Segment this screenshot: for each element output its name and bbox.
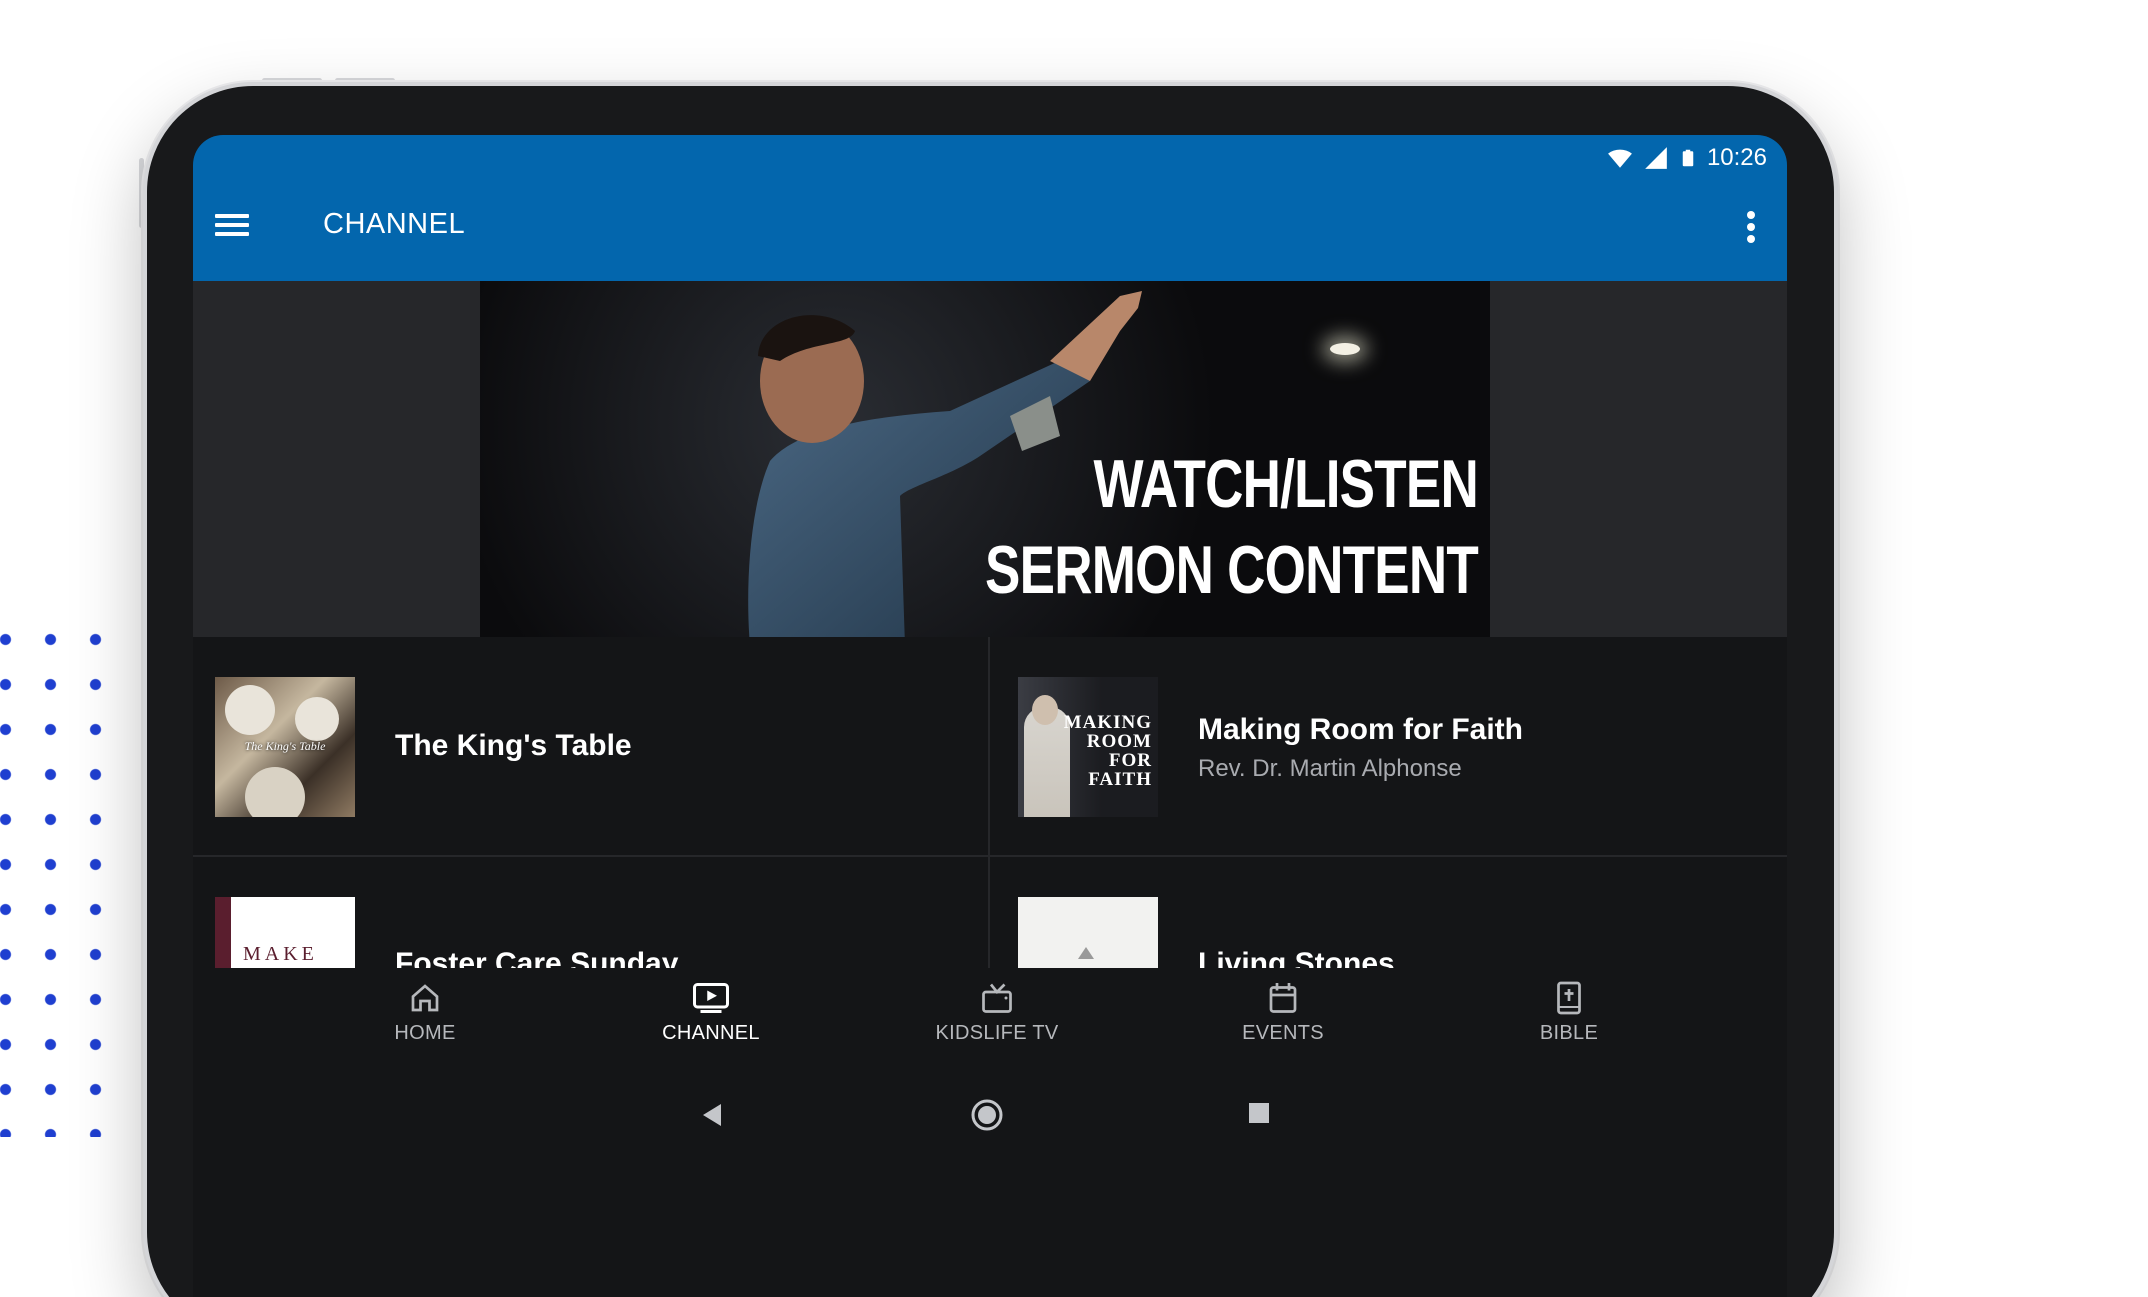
more-vertical-icon[interactable] xyxy=(1745,211,1757,245)
channel-grid: The King's Table The King's Table MAKING… xyxy=(193,637,1787,968)
nav-label: EVENTS xyxy=(1242,1022,1324,1044)
channel-subtitle: Rev. Dr. Martin Alphonse xyxy=(1198,755,1462,782)
row-divider xyxy=(193,855,1787,857)
channel-title: Foster Care Sunday xyxy=(395,947,679,968)
channel-thumbnail: MAKE xyxy=(215,897,355,968)
channel-title: Living Stones xyxy=(1198,947,1395,968)
channel-title: Making Room for Faith xyxy=(1198,713,1523,746)
channel-item[interactable]: MAKE Foster Care Sunday xyxy=(193,857,990,968)
nav-bible[interactable]: BIBLE xyxy=(1489,980,1649,1060)
nav-home[interactable]: HOME xyxy=(345,980,505,1060)
thumbnail-label: MAKING ROOM FOR FAITH xyxy=(1063,712,1152,790)
channel-item[interactable]: The King's Table The King's Table xyxy=(193,637,990,857)
nav-label: CHANNEL xyxy=(662,1022,760,1044)
hero-line-1: WATCH/LISTEN xyxy=(1093,446,1479,522)
channel-thumbnail: The King's Table xyxy=(215,677,355,817)
home-icon xyxy=(411,984,439,1012)
tablet-screen: 10:26 CHANNEL WATCH/LISTEN SERMON CONTEN… xyxy=(193,135,1787,1297)
nav-label: BIBLE xyxy=(1539,1022,1599,1044)
hero-banner[interactable]: WATCH/LISTEN SERMON CONTENT xyxy=(480,281,1490,637)
bible-icon xyxy=(1557,981,1581,1015)
calendar-icon xyxy=(1269,983,1297,1013)
app-bar: 10:26 CHANNEL xyxy=(193,135,1787,281)
status-time: 10:26 xyxy=(1706,144,1767,171)
battery-icon xyxy=(1682,149,1694,167)
nav-channel[interactable]: CHANNEL xyxy=(631,980,791,1060)
page-title: CHANNEL xyxy=(323,208,466,240)
marketing-stage: 10:26 CHANNEL WATCH/LISTEN SERMON CONTEN… xyxy=(0,0,2148,1297)
channel-thumbnail xyxy=(1018,897,1158,968)
channel-title: The King's Table xyxy=(395,729,632,762)
nav-kidslife-tv[interactable]: KIDSLIFE TV xyxy=(917,980,1077,1060)
nav-events[interactable]: EVENTS xyxy=(1203,980,1363,1060)
system-nav-bar xyxy=(193,1078,1787,1168)
play-screen-icon xyxy=(693,983,729,1013)
column-divider xyxy=(988,637,990,968)
recents-icon[interactable] xyxy=(1248,1102,1270,1124)
status-bar: 10:26 xyxy=(1607,141,1767,175)
hero-line-2: SERMON CONTENT xyxy=(985,532,1479,608)
hamburger-menu-icon[interactable] xyxy=(215,209,249,243)
signal-icon xyxy=(1645,147,1667,169)
hero-headline: WATCH/LISTEN SERMON CONTENT xyxy=(985,441,1479,613)
decorative-dot-grid xyxy=(0,617,120,1137)
thumbnail-label: The King's Table xyxy=(244,739,326,753)
back-icon[interactable] xyxy=(701,1102,725,1128)
channel-item[interactable]: MAKING ROOM FOR FAITH Making Room for Fa… xyxy=(990,637,1787,857)
thumbnail-label: MAKE xyxy=(243,943,318,965)
nav-label: KIDSLIFE TV xyxy=(935,1022,1059,1044)
home-circle-icon[interactable] xyxy=(970,1098,1004,1132)
bottom-nav: HOME CHANNEL KIDSLIFE TV EVENTS BIBLE xyxy=(193,968,1787,1078)
channel-thumbnail: MAKING ROOM FOR FAITH xyxy=(1018,677,1158,817)
channel-item[interactable]: Living Stones xyxy=(990,857,1787,968)
stage-light xyxy=(1330,343,1360,355)
nav-label: HOME xyxy=(394,1022,456,1044)
hero-banner-container: WATCH/LISTEN SERMON CONTENT xyxy=(193,281,1787,637)
wifi-icon xyxy=(1608,149,1632,168)
tv-icon xyxy=(982,983,1012,1013)
